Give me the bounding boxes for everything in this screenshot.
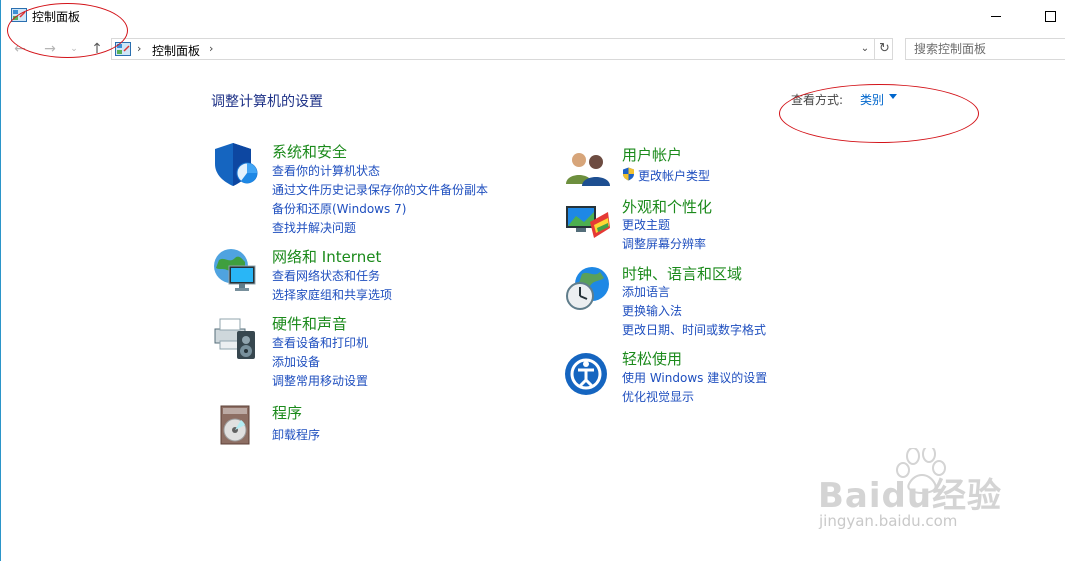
category-title-hardware[interactable]: 硬件和声音 bbox=[272, 313, 347, 334]
category-title-ease-of-access[interactable]: 轻松使用 bbox=[622, 348, 682, 369]
breadcrumb-separator[interactable]: › bbox=[209, 42, 213, 55]
view-by-dropdown[interactable]: 类别 bbox=[860, 91, 884, 108]
network-globe-icon[interactable] bbox=[211, 246, 259, 294]
link-windows-recommended-settings[interactable]: 使用 Windows 建议的设置 bbox=[622, 369, 767, 386]
appearance-monitor-icon[interactable] bbox=[564, 198, 612, 246]
category-title-user-accounts[interactable]: 用户帐户 bbox=[622, 144, 682, 165]
category-title-programs[interactable]: 程序 bbox=[272, 402, 302, 423]
watermark-brand: Baidu经验 bbox=[818, 476, 1003, 516]
address-bar[interactable]: › 控制面板 › ⌄ ↻ bbox=[111, 38, 893, 60]
category-title-clock-region[interactable]: 时钟、语言和区域 bbox=[622, 263, 742, 284]
link-view-computer-status[interactable]: 查看你的计算机状态 bbox=[272, 162, 380, 179]
category-title-appearance[interactable]: 外观和个性化 bbox=[622, 196, 712, 217]
link-devices-printers[interactable]: 查看设备和打印机 bbox=[272, 334, 368, 351]
minimize-icon bbox=[991, 15, 1001, 17]
minimize-button[interactable] bbox=[973, 0, 1019, 32]
dropdown-caret-icon[interactable] bbox=[889, 94, 897, 99]
back-button[interactable]: ← bbox=[11, 38, 29, 60]
link-troubleshoot[interactable]: 查找并解决问题 bbox=[272, 219, 356, 236]
navigation-bar: ← → ⌄ ↑ › 控制面板 › ⌄ ↻ bbox=[1, 38, 1065, 60]
link-mobility-settings[interactable]: 调整常用移动设置 bbox=[272, 372, 368, 389]
search-box[interactable] bbox=[905, 38, 1065, 60]
control-panel-icon bbox=[11, 8, 27, 22]
control-panel-window: 控制面板 ← → ⌄ ↑ › 控制面板 › ⌄ ↻ 调整计算机的设置 查看方式:… bbox=[0, 0, 1065, 561]
category-title-network[interactable]: 网络和 Internet bbox=[272, 246, 381, 267]
link-uninstall-program[interactable]: 卸载程序 bbox=[272, 426, 320, 443]
breadcrumb-control-panel[interactable]: 控制面板 bbox=[152, 42, 200, 59]
control-panel-icon bbox=[115, 42, 131, 56]
refresh-button[interactable]: ↻ bbox=[874, 39, 894, 59]
ease-of-access-icon[interactable] bbox=[564, 350, 612, 398]
recent-locations-button[interactable]: ⌄ bbox=[67, 38, 81, 60]
link-network-status[interactable]: 查看网络状态和任务 bbox=[272, 267, 380, 284]
link-add-language[interactable]: 添加语言 bbox=[622, 283, 670, 300]
link-optimize-visual-display[interactable]: 优化视觉显示 bbox=[622, 388, 694, 405]
link-date-time-format[interactable]: 更改日期、时间或数字格式 bbox=[622, 321, 766, 338]
link-file-history-backup[interactable]: 通过文件历史记录保存你的文件备份副本 bbox=[272, 181, 488, 198]
shield-icon[interactable] bbox=[211, 140, 259, 188]
programs-disc-icon[interactable] bbox=[211, 400, 259, 448]
link-screen-resolution[interactable]: 调整屏幕分辨率 bbox=[622, 235, 706, 252]
users-icon[interactable] bbox=[564, 144, 612, 192]
uac-shield-icon bbox=[623, 167, 634, 181]
link-change-theme[interactable]: 更改主题 bbox=[622, 216, 670, 233]
link-change-account-type[interactable]: 更改帐户类型 bbox=[638, 167, 710, 184]
link-backup-restore[interactable]: 备份和还原(Windows 7) bbox=[272, 200, 406, 217]
title-bar: 控制面板 bbox=[1, 0, 1065, 32]
window-title: 控制面板 bbox=[32, 10, 81, 24]
view-by-label: 查看方式: bbox=[791, 93, 844, 107]
link-change-input-method[interactable]: 更换输入法 bbox=[622, 302, 682, 319]
link-add-device[interactable]: 添加设备 bbox=[272, 353, 320, 370]
page-title: 调整计算机的设置 bbox=[211, 94, 323, 110]
clock-globe-icon[interactable] bbox=[564, 264, 612, 312]
maximize-icon bbox=[1044, 10, 1056, 22]
up-button[interactable]: ↑ bbox=[88, 38, 106, 60]
address-dropdown-button[interactable]: ⌄ bbox=[858, 41, 872, 57]
breadcrumb-separator[interactable]: › bbox=[137, 42, 141, 55]
search-input[interactable] bbox=[914, 42, 1062, 56]
category-title-system-security[interactable]: 系统和安全 bbox=[272, 141, 347, 162]
printer-speaker-icon[interactable] bbox=[211, 313, 259, 361]
link-homegroup-sharing[interactable]: 选择家庭组和共享选项 bbox=[272, 286, 392, 303]
maximize-button[interactable] bbox=[1027, 0, 1065, 32]
watermark-url: jingyan.baidu.com bbox=[819, 512, 958, 530]
forward-button[interactable]: → bbox=[41, 38, 59, 60]
